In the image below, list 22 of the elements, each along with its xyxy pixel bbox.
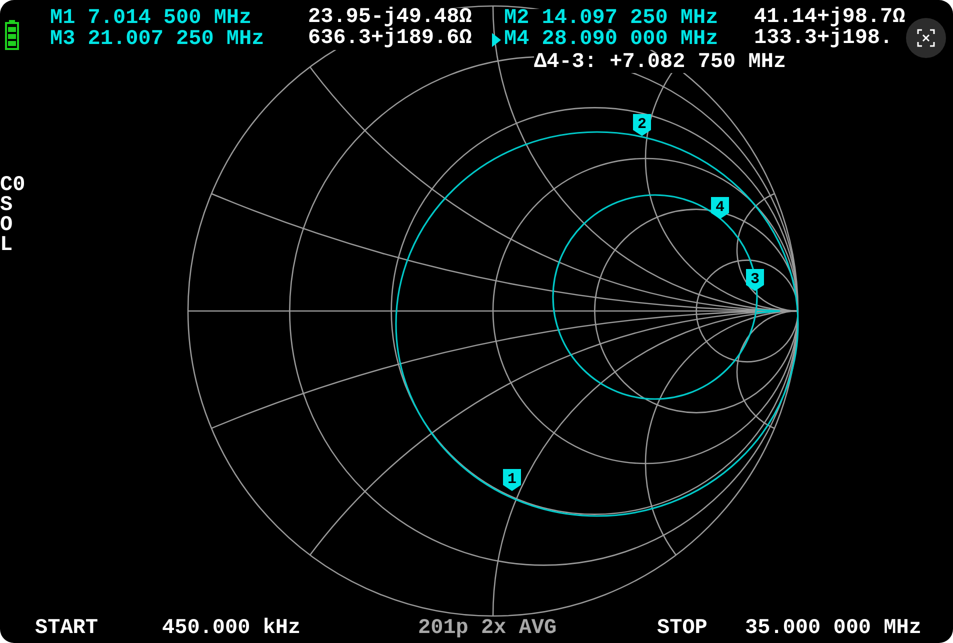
calibration-status: C0 [0, 176, 26, 196]
marker-label: M2 14.097 250 MHz [504, 8, 718, 28]
marker-flag: 2 [632, 113, 652, 137]
marker-flag: 3 [745, 268, 765, 292]
expand-button[interactable] [906, 18, 946, 58]
calibration-status: O [0, 216, 14, 236]
marker-impedance: 23.95-j49.48Ω [308, 8, 472, 29]
start-frequency: 450.000 kHz [162, 619, 302, 642]
expand-icon [916, 28, 936, 48]
calibration-status: S [0, 196, 14, 216]
marker-impedance: 41.14+j98.7Ω [754, 8, 906, 29]
start-label: START [35, 619, 100, 642]
calibration-status: L [0, 236, 14, 256]
battery-icon [5, 20, 19, 50]
sweep-info: 201p 2x AVG [418, 619, 558, 642]
marker-impedance: 636.3+j189.6Ω [308, 29, 472, 50]
marker-flag: 4 [710, 196, 730, 220]
marker-delta: Δ4-3: +7.082 750 MHz [534, 53, 786, 73]
marker-label: M4 28.090 000 MHz [504, 30, 718, 50]
stop-label: STOP [657, 619, 708, 642]
marker-flag: 1 [502, 468, 522, 492]
stop-frequency: 35.000 000 MHz [745, 619, 922, 642]
